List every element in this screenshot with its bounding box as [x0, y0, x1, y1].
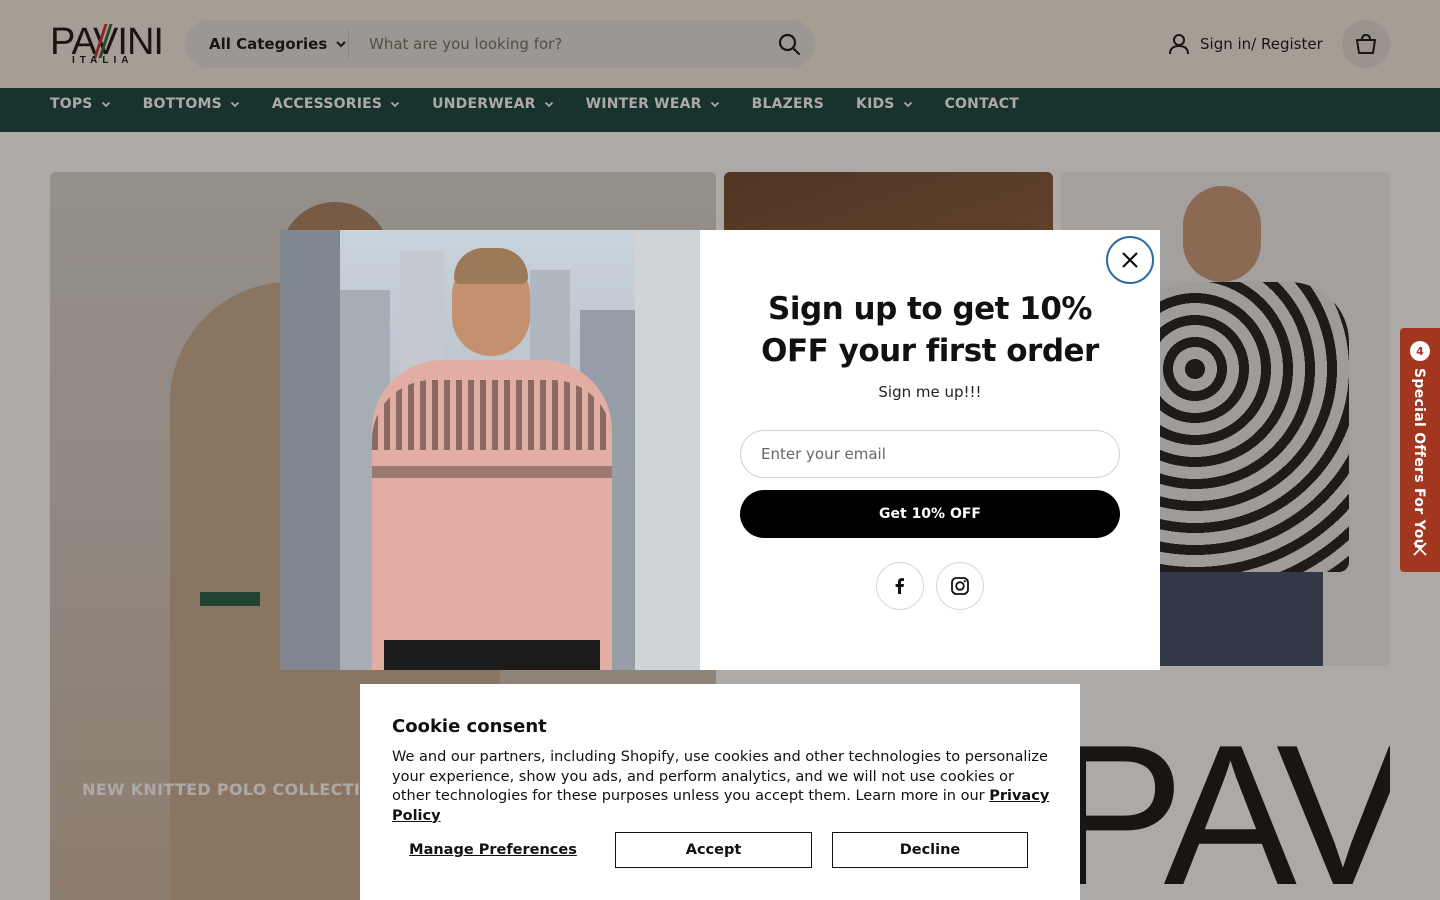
modal-close-button[interactable] [1106, 236, 1154, 284]
facebook-icon [895, 578, 904, 594]
email-field[interactable] [740, 430, 1120, 478]
manage-preferences-button[interactable]: Manage Preferences [392, 832, 594, 868]
offers-count-badge: 4 [1410, 341, 1430, 361]
instagram-link[interactable] [936, 562, 984, 610]
signup-subtitle: Sign me up!!! [878, 383, 982, 401]
decline-cookies-button[interactable]: Decline [832, 832, 1028, 868]
close-icon [1122, 252, 1138, 268]
get-discount-button[interactable]: Get 10% OFF [740, 490, 1120, 538]
close-icon[interactable] [1412, 541, 1428, 557]
black-trousers [384, 640, 600, 670]
background-building [280, 230, 340, 670]
facebook-link[interactable] [876, 562, 924, 610]
signup-modal: Sign up to get 10% OFF your first order … [280, 230, 1160, 670]
polo-stripe [372, 466, 612, 478]
special-offers-tab[interactable]: 4 Special Offers For You [1400, 328, 1440, 572]
signup-title: Sign up to get 10% OFF your first order [761, 291, 1099, 369]
accept-cookies-button[interactable]: Accept [615, 832, 812, 868]
instagram-icon [951, 577, 969, 595]
cookie-title: Cookie consent [392, 716, 547, 737]
polo-pattern-band [372, 380, 612, 450]
cookie-body: We and our partners, including Shopify, … [392, 748, 1052, 826]
offers-tab-label: Special Offers For You [1411, 368, 1427, 549]
modal-model-image [280, 230, 700, 670]
cookie-body-text: We and our partners, including Shopify, … [392, 749, 1048, 804]
background-building [635, 230, 700, 670]
model-hair [454, 248, 528, 284]
cookie-consent-banner: Cookie consent We and our partners, incl… [360, 684, 1080, 900]
